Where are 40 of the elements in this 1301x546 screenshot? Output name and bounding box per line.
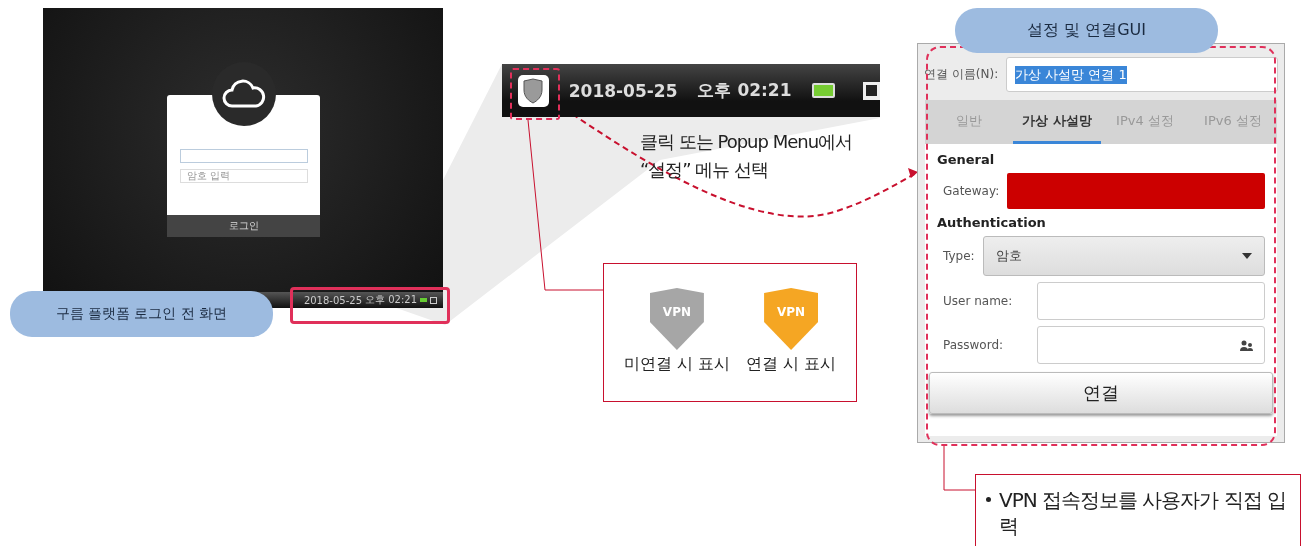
connect-button[interactable]: 연결 (929, 372, 1273, 414)
caption-label: 구름 플랫폼 로그인 전 화면 (10, 291, 273, 337)
name-label: 연결 이름(N): (924, 66, 999, 83)
dropdown-caret-icon (1242, 253, 1252, 259)
username-field[interactable] (179, 149, 308, 163)
password-label: Password: (943, 338, 1005, 352)
taskbar-time: 오후 02:21 (697, 79, 792, 102)
network-icon (430, 296, 437, 304)
login-button[interactable]: 로그인 (167, 215, 320, 237)
users-icon (1240, 339, 1254, 351)
legend-label: 미연결 시 표시 (623, 354, 730, 375)
password-field[interactable] (1037, 326, 1265, 364)
network-icon (862, 81, 880, 100)
note-text: VPN 접속정보를 사용자가 직접 입력 (999, 487, 1288, 540)
section-heading: Authentication (937, 215, 1047, 230)
taskbar-time: 오후 02:21 (365, 293, 417, 307)
connection-name-field[interactable]: 가상 사설망 연결 1 (1006, 57, 1278, 92)
password-field[interactable]: 암호 입력 (179, 169, 308, 183)
battery-icon (420, 298, 427, 302)
username-label: User name: (943, 294, 1014, 308)
type-dropdown[interactable]: 암호 (982, 236, 1265, 276)
section-heading: General (937, 152, 996, 167)
shield-label: VPN (662, 305, 691, 319)
tab[interactable]: 일반 (925, 100, 1013, 144)
type-label: Type: (943, 249, 975, 263)
highlight-frame (510, 68, 560, 120)
gateway-label: Gateway: (943, 184, 1000, 198)
username-field[interactable] (1037, 282, 1265, 320)
tab[interactable]: IPv4 설정 (1101, 100, 1189, 144)
taskbar-date: 2018-05-25 (303, 294, 362, 306)
shield-label: VPN (777, 305, 806, 319)
instruction-text: 클릭 또는 Popup Menu에서 “설정” 메뉴 선택 (640, 130, 853, 182)
legend-label: 연결 시 표시 (746, 354, 837, 375)
taskbar-date: 2018-05-25 (568, 80, 678, 101)
bullet-icon (986, 497, 991, 502)
selected-text: 가상 사설망 연결 1 (1015, 65, 1127, 84)
tab[interactable]: IPv6 설정 (1189, 100, 1277, 144)
battery-icon (811, 83, 835, 98)
title-label: 설정 및 연결GUI (955, 8, 1218, 53)
vpn-tray-icon[interactable] (518, 74, 549, 107)
